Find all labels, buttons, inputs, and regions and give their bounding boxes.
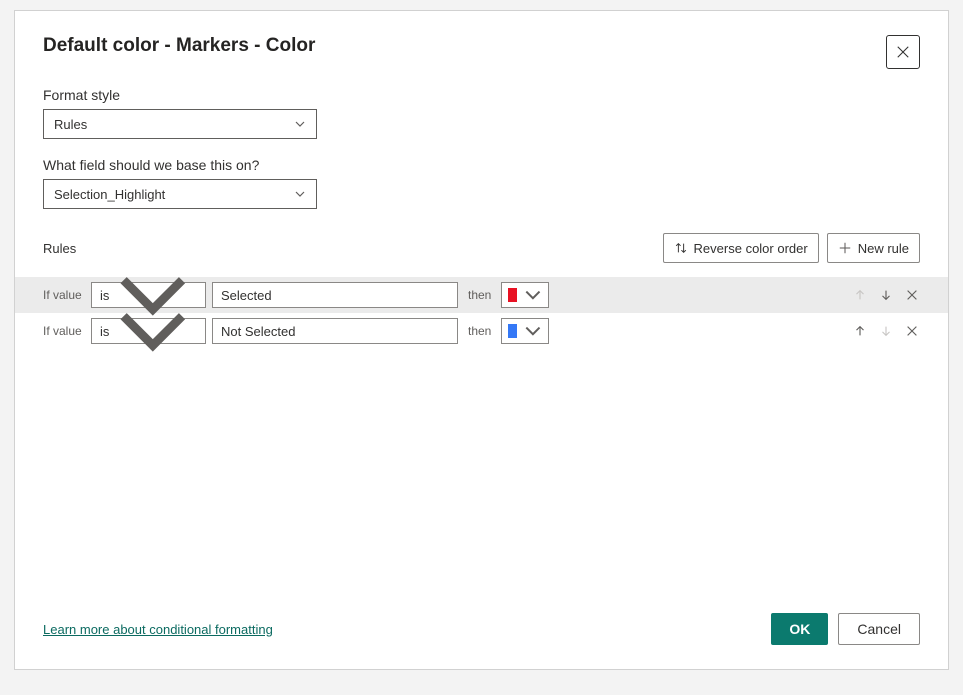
move-down-button: [878, 323, 894, 339]
reverse-color-order-button[interactable]: Reverse color order: [663, 233, 819, 263]
chevron-down-icon: [523, 321, 543, 341]
arrow-up-icon: [853, 288, 867, 302]
cancel-button[interactable]: Cancel: [838, 613, 920, 645]
move-up-button[interactable]: [852, 323, 868, 339]
move-up-button: [852, 287, 868, 303]
new-rule-button[interactable]: New rule: [827, 233, 920, 263]
chevron-down-icon: [294, 118, 306, 130]
chevron-down-icon: [109, 287, 197, 375]
then-label: then: [468, 288, 491, 302]
rule-row-actions: [852, 323, 920, 339]
swap-icon: [674, 241, 688, 255]
arrow-up-icon: [853, 324, 867, 338]
operator-dropdown[interactable]: is: [91, 318, 206, 344]
delete-rule-button[interactable]: [904, 323, 920, 339]
rules-actions: Reverse color order New rule: [663, 233, 920, 263]
format-style-group: Format style Rules: [43, 87, 920, 139]
dialog-header: Default color - Markers - Color: [43, 35, 920, 69]
if-value-label: If value: [43, 288, 85, 302]
field-base-label: What field should we base this on?: [43, 157, 920, 173]
field-base-value: Selection_Highlight: [54, 187, 294, 202]
color-swatch: [508, 324, 516, 338]
color-picker[interactable]: [501, 318, 549, 344]
color-picker[interactable]: [501, 282, 549, 308]
delete-rule-button[interactable]: [904, 287, 920, 303]
chevron-down-icon: [523, 285, 543, 305]
ok-button[interactable]: OK: [771, 613, 828, 645]
rule-value-input[interactable]: [212, 282, 458, 308]
if-value-label: If value: [43, 324, 85, 338]
color-swatch: [508, 288, 516, 302]
dialog-footer: Learn more about conditional formatting …: [43, 613, 920, 645]
plus-icon: [838, 241, 852, 255]
then-label: then: [468, 324, 491, 338]
footer-buttons: OK Cancel: [771, 613, 920, 645]
arrow-down-icon: [879, 288, 893, 302]
operator-value: is: [100, 288, 109, 303]
close-icon: [905, 324, 919, 338]
conditional-formatting-dialog: Default color - Markers - Color Format s…: [14, 10, 949, 670]
field-base-group: What field should we base this on? Selec…: [43, 157, 920, 209]
rule-row-actions: [852, 287, 920, 303]
rules-label: Rules: [43, 241, 76, 256]
learn-more-link[interactable]: Learn more about conditional formatting: [43, 622, 273, 637]
chevron-down-icon: [294, 188, 306, 200]
dialog-title: Default color - Markers - Color: [43, 35, 315, 57]
rules-list: If value is then: [15, 277, 948, 349]
reverse-color-order-label: Reverse color order: [694, 241, 808, 256]
format-style-value: Rules: [54, 117, 294, 132]
arrow-down-icon: [879, 324, 893, 338]
field-base-dropdown[interactable]: Selection_Highlight: [43, 179, 317, 209]
close-icon: [896, 45, 910, 59]
operator-value: is: [100, 324, 109, 339]
rule-value-input[interactable]: [212, 318, 458, 344]
close-button[interactable]: [886, 35, 920, 69]
format-style-label: Format style: [43, 87, 920, 103]
format-style-dropdown[interactable]: Rules: [43, 109, 317, 139]
rule-row: If value is then: [15, 313, 948, 349]
new-rule-label: New rule: [858, 241, 909, 256]
close-icon: [905, 288, 919, 302]
move-down-button[interactable]: [878, 287, 894, 303]
